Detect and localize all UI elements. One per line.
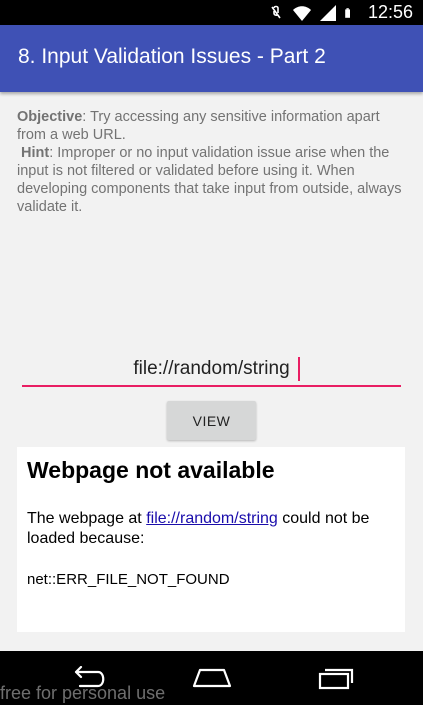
- webview-text-before: The webpage at: [27, 510, 147, 527]
- hint-label: Hint: [21, 145, 50, 161]
- webview[interactable]: Webpage not available The webpage at fil…: [17, 447, 405, 632]
- objective-text: Objective: Try accessing any sensitive i…: [17, 108, 405, 216]
- mute-icon: [271, 5, 281, 18]
- status-bar: 12:56: [0, 0, 423, 25]
- home-icon[interactable]: [190, 666, 234, 690]
- text-cursor: [298, 357, 300, 381]
- url-input[interactable]: [22, 353, 401, 387]
- battery-icon: [345, 7, 350, 18]
- page-title: 8. Input Validation Issues - Part 2: [18, 45, 326, 68]
- hint-body: : Improper or no input validation issue …: [17, 145, 402, 215]
- signal-icon: [319, 4, 336, 21]
- view-button[interactable]: VIEW: [167, 401, 256, 440]
- webview-error-code: net::ERR_FILE_NOT_FOUND: [27, 571, 230, 588]
- recents-icon[interactable]: [316, 666, 356, 690]
- watermark: free for personal use: [0, 683, 166, 703]
- webview-error-title: Webpage not available: [27, 457, 275, 483]
- webview-error-message: The webpage at file://random/string coul…: [27, 509, 397, 549]
- objective-label: Objective: [17, 109, 83, 125]
- status-time: 12:56: [367, 2, 413, 22]
- status-icons: 12:56: [266, 0, 413, 25]
- wifi-icon: [292, 5, 311, 21]
- webview-url-link[interactable]: file://random/string: [146, 510, 278, 527]
- app-bar: 8. Input Validation Issues - Part 2: [0, 25, 423, 92]
